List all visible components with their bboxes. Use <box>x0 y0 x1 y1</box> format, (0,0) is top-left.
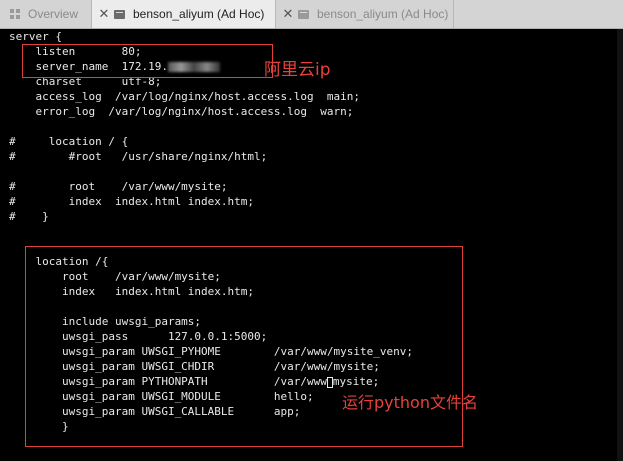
tab-label: Overview <box>28 7 79 21</box>
tab-overview[interactable]: Overview <box>0 0 92 28</box>
terminal-line: server { <box>9 30 62 43</box>
close-icon[interactable]: ✕ <box>282 6 294 22</box>
tab-bar: Overview ✕ benson_aliyum (Ad Hoc) ✕ bens… <box>0 0 623 29</box>
terminal-line: # } <box>9 210 49 223</box>
grid-icon <box>10 9 20 19</box>
terminal-line: # location / { <box>9 135 129 148</box>
terminal-line: # #root /usr/share/nginx/html; <box>9 150 268 163</box>
annotation-python-label: 运行python文件名 <box>342 393 478 412</box>
annotation-ip-label: 阿里云ip <box>264 60 331 80</box>
tab-session-active[interactable]: ✕ benson_aliyum (Ad Hoc) <box>92 0 276 28</box>
highlight-box-server <box>22 44 273 78</box>
terminal-line: # index index.html index.htm; <box>9 195 255 208</box>
scrollbar[interactable] <box>617 29 623 461</box>
tab-label: benson_aliyum (Ad Hoc) <box>317 7 449 21</box>
terminal-icon <box>298 9 309 19</box>
terminal-line: error_log /var/log/nginx/host.access.log… <box>9 105 354 118</box>
close-icon[interactable]: ✕ <box>98 6 110 22</box>
terminal-icon <box>114 9 125 19</box>
highlight-box-location <box>25 246 463 447</box>
tab-session[interactable]: ✕ benson_aliyum (Ad Hoc) <box>276 0 454 28</box>
terminal-line: # root /var/www/mysite; <box>9 180 228 193</box>
tab-label: benson_aliyum (Ad Hoc) <box>133 7 265 21</box>
terminal-line: access_log /var/log/nginx/host.access.lo… <box>9 90 360 103</box>
